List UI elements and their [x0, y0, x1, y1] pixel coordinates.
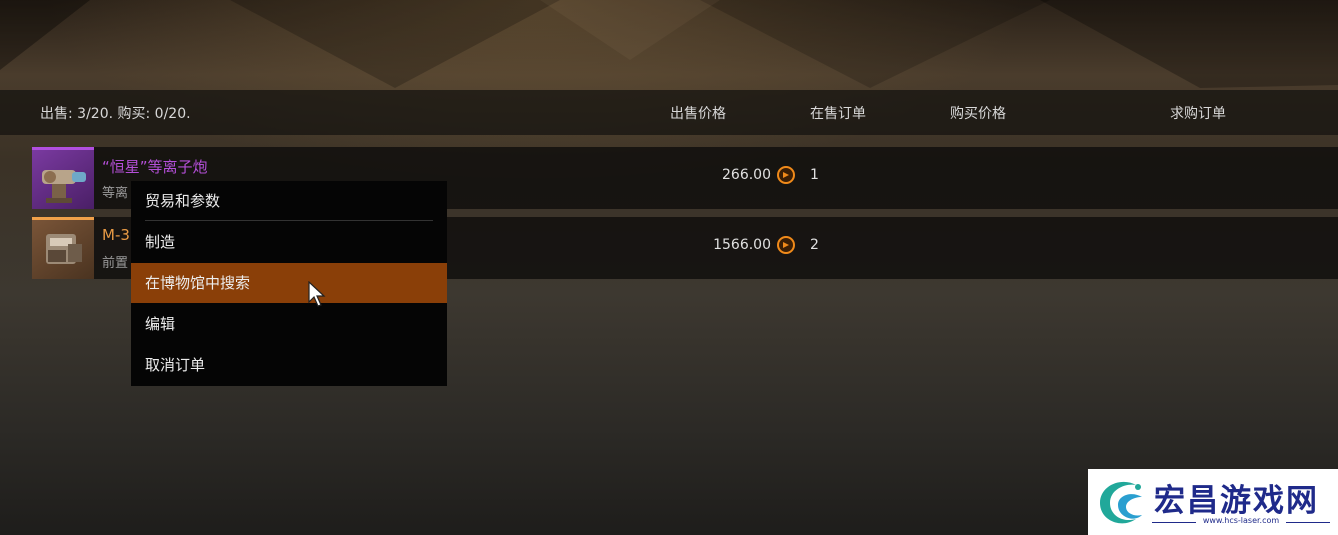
menu-item-craft[interactable]: 制造: [131, 222, 447, 262]
item-subtitle: 等离: [102, 186, 129, 201]
sell-price: 266.00: [722, 167, 771, 183]
watermark-line-right: [1286, 522, 1330, 523]
device-icon: [46, 234, 82, 264]
coin-icon: [777, 166, 795, 184]
item-subtitle: 前置: [102, 256, 129, 271]
menu-item-search-museum[interactable]: 在博物馆中搜索: [131, 263, 447, 303]
menu-item-trade-and-params[interactable]: 贸易和参数: [131, 181, 447, 221]
column-buy-price[interactable]: 购买价格: [950, 103, 1006, 123]
sell-price: 1566.00: [713, 237, 771, 253]
plasma-cannon-icon: [42, 170, 86, 203]
menu-item-cancel-order[interactable]: 取消订单: [131, 345, 447, 385]
menu-divider: [145, 220, 433, 221]
mouse-cursor-icon: [308, 281, 326, 307]
item-thumbnail: [32, 147, 94, 209]
watermark-url: www.hcs-laser.com: [1202, 516, 1280, 525]
watermark-title: 宏昌游戏网: [1154, 483, 1319, 519]
watermark-logo-icon: [1100, 481, 1142, 524]
sell-orders-count: 2: [810, 237, 819, 253]
watermark: 宏昌游戏网 www.hcs-laser.com: [1088, 469, 1338, 535]
item-name: “恒星”等离子炮: [102, 158, 208, 176]
coin-icon: [777, 236, 795, 254]
column-buy-orders[interactable]: 求购订单: [1170, 103, 1226, 123]
item-thumbnail: [32, 217, 94, 279]
item-name: M-3: [102, 226, 130, 244]
market-header: 出售: 3/20. 购买: 0/20. 出售价格 在售订单 购买价格 求购订单: [0, 90, 1338, 135]
sell-orders-count: 1: [810, 167, 819, 183]
column-sell-orders[interactable]: 在售订单: [810, 103, 866, 123]
menu-item-edit[interactable]: 编辑: [131, 304, 447, 344]
order-count-summary: 出售: 3/20. 购买: 0/20.: [40, 106, 191, 122]
column-sell-price[interactable]: 出售价格: [670, 103, 726, 123]
context-menu: 贸易和参数 制造 在博物馆中搜索 编辑 取消订单: [131, 181, 447, 386]
